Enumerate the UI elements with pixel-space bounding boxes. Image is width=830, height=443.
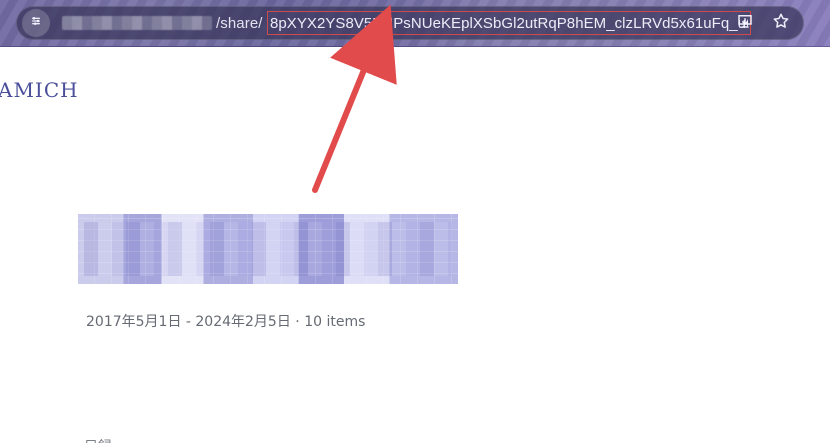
site-info-button[interactable] — [22, 9, 50, 37]
install-download-icon — [736, 12, 754, 34]
browser-topbar: /share/ 8pXYX2YS8V55MPsNUeKEplXSbGl2utRq… — [0, 0, 830, 47]
partial-text-bottom: 目録 — [84, 436, 112, 443]
site-info-icon — [28, 13, 44, 33]
bookmark-button[interactable] — [768, 10, 794, 36]
date-range-and-count: 2017年5月1日 - 2024年2月5日 · 10 items — [86, 314, 366, 330]
url-domain-redacted — [62, 16, 212, 30]
address-bar-actions — [732, 10, 794, 36]
address-bar[interactable]: /share/ 8pXYX2YS8V55MPsNUeKEplXSbGl2utRq… — [16, 6, 804, 40]
brand-title: AMICH — [0, 78, 79, 102]
pixelated-title — [78, 214, 458, 284]
install-download-button[interactable] — [732, 10, 758, 36]
bookmark-star-icon — [772, 12, 790, 34]
url-highlight-text[interactable]: 8pXYX2YS8V55MPsNUeKEplXSbGl2utRqP8hEM_cl… — [270, 15, 748, 32]
screenshot-frame: /share/ 8pXYX2YS8V55MPsNUeKEplXSbGl2utRq… — [0, 0, 830, 443]
url-prefix: /share/ — [216, 15, 263, 32]
